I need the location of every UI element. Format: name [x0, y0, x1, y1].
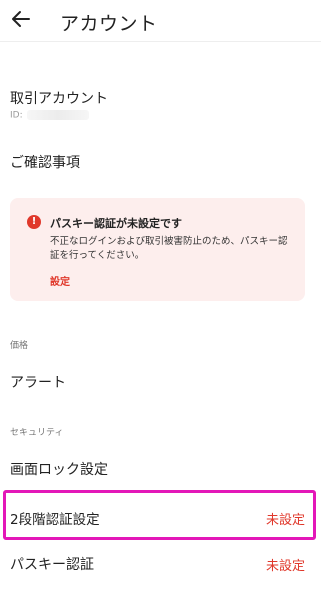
two-factor-status: 未設定	[265, 513, 305, 528]
two-factor-auth-item[interactable]: 2段階認証設定 未設定	[3, 490, 316, 540]
confirmation-items[interactable]: ご確認事項	[10, 152, 80, 172]
exclamation-icon: !	[27, 215, 41, 229]
screen-lock-item[interactable]: 画面ロック設定	[10, 459, 108, 479]
alert-title: パスキー認証が未設定です	[50, 217, 182, 230]
section-header-security: セキュリティ	[10, 428, 64, 438]
two-factor-label: 2段階認証設定	[10, 512, 100, 528]
page-title: アカウント	[60, 13, 158, 35]
alert-setup-link[interactable]: 設定	[50, 273, 70, 288]
passkey-auth-item[interactable]: パスキー認証	[10, 554, 94, 574]
trading-account-item[interactable]: 取引アカウント	[10, 88, 108, 108]
alert-body: 不正なログインおよび取引被害防止のため、パスキー認証を行ってください。	[50, 236, 288, 261]
passkey-status: 未設定	[265, 559, 305, 574]
arrow-left-icon[interactable]	[9, 7, 33, 31]
app-header: アカウント	[0, 0, 321, 42]
alert-settings-item[interactable]: アラート	[10, 372, 66, 392]
account-id: ID:	[10, 110, 89, 121]
section-header-price: 価格	[10, 341, 29, 351]
passkey-alert-card: ! パスキー認証が未設定です 不正なログインおよび取引被害防止のため、パスキー認…	[10, 198, 305, 301]
account-id-masked	[26, 110, 89, 120]
account-id-prefix: ID:	[10, 110, 23, 121]
